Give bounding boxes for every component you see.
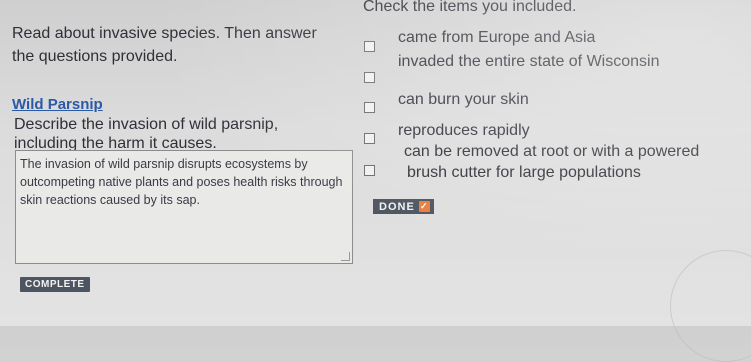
checklist-item-label: can burn your skin bbox=[398, 91, 529, 108]
checklist-item-label: can be removed at root or with a powered bbox=[404, 143, 700, 160]
checkbox[interactable] bbox=[364, 72, 375, 83]
checklist-item-label: brush cutter for large populations bbox=[407, 164, 641, 181]
checkbox[interactable] bbox=[364, 102, 375, 113]
question-prompt: Describe the invasion of wild parsnip, i… bbox=[14, 116, 279, 152]
checklist-item-label: came from Europe and Asia bbox=[398, 29, 596, 46]
answer-text[interactable]: The invasion of wild parsnip disrupts ec… bbox=[20, 155, 348, 209]
checkbox[interactable] bbox=[364, 165, 375, 176]
answer-textarea[interactable]: The invasion of wild parsnip disrupts ec… bbox=[15, 150, 353, 264]
checkbox[interactable] bbox=[364, 41, 375, 52]
checkbox[interactable] bbox=[364, 133, 375, 144]
checkmark-icon: ✓ bbox=[418, 201, 430, 212]
checklist-item-label: reproduces rapidly bbox=[398, 122, 530, 139]
article-link-wild-parsnip[interactable]: Wild Parsnip bbox=[12, 96, 103, 113]
instructions-text: Read about invasive species. Then answer… bbox=[12, 25, 317, 65]
checklist-heading: Check the items you included. bbox=[363, 0, 577, 15]
complete-button[interactable]: COMPLETE bbox=[20, 277, 90, 292]
done-button[interactable]: DONE ✓ bbox=[373, 199, 434, 214]
decorative-circle bbox=[670, 250, 751, 362]
resize-handle[interactable] bbox=[341, 252, 350, 261]
checklist-item-label: invaded the entire state of Wisconsin bbox=[398, 53, 660, 70]
done-button-label: DONE bbox=[379, 200, 415, 213]
